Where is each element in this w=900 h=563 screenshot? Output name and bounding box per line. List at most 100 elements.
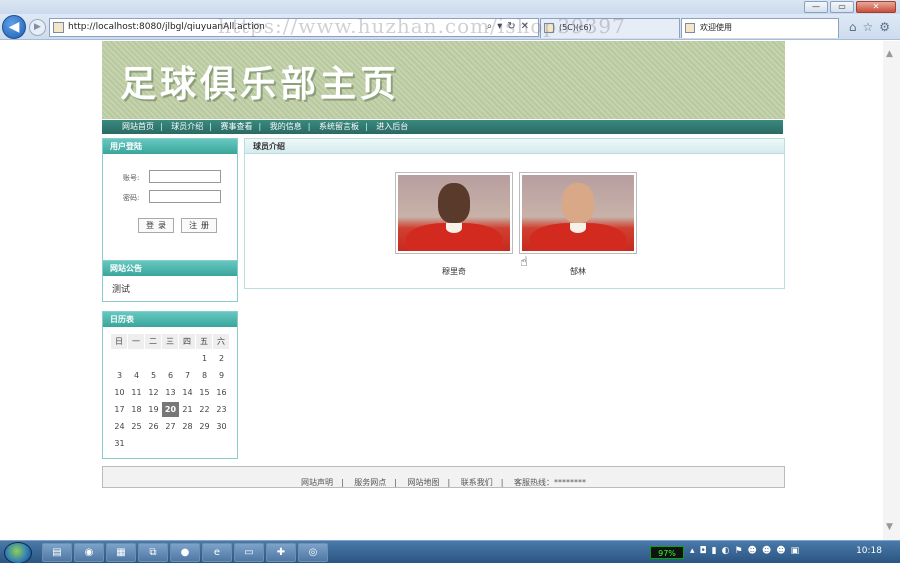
footer-link-sitemap[interactable]: 网站地图 [408,478,440,487]
calendar-day[interactable]: 7 [179,368,196,383]
folder-icon[interactable]: ▤ [42,543,72,562]
calendar-day[interactable]: 9 [213,368,230,383]
network-icon[interactable]: ⧉ [138,543,168,562]
register-button[interactable]: 注册 [181,218,217,233]
calendar-day[interactable]: 20 [162,402,179,417]
menu-item-matches[interactable]: 赛事查看 [221,120,253,134]
browser-tab-2[interactable]: 欢迎使用 [681,18,839,38]
calendar-day[interactable]: 15 [196,385,213,400]
minimize-button[interactable]: — [804,1,828,13]
terminal-icon[interactable]: ▭ [234,543,264,562]
calendar-day[interactable]: 14 [179,385,196,400]
player-face [562,183,594,223]
calendar-day[interactable]: 24 [111,419,128,434]
player-name-1[interactable]: 穆里奇 [395,266,513,277]
firefox-icon[interactable]: ● [170,543,200,562]
scroll-up-icon[interactable]: ▲ [886,49,893,59]
calendar-day[interactable]: 3 [111,368,128,383]
calendar-day[interactable]: 31 [111,436,128,451]
scroll-down-icon[interactable]: ▼ [886,522,893,532]
media-icon[interactable]: ◉ [74,543,104,562]
system-tray-icons[interactable]: ▴◘▮◐⚑☻☻☻▣ [690,546,804,556]
calendar-day[interactable]: 12 [145,385,162,400]
calendar-day [145,436,162,451]
footer-link-contact[interactable]: 联系我们 [461,478,493,487]
puzzle-icon[interactable]: ✚ [266,543,296,562]
calendar-day[interactable]: 13 [162,385,179,400]
vertical-scrollbar[interactable]: ▲ ▼ [883,41,900,540]
menu-item-home[interactable]: 网站首页 [122,120,154,134]
calendar-day[interactable]: 23 [213,402,230,417]
notice-title: 网站公告 [103,261,237,276]
forward-arrow-icon[interactable]: ▶ [29,19,46,36]
window-titlebar: — ▭ ✕ [0,0,900,14]
menu-item-players[interactable]: 球员介绍 [171,120,203,134]
calendar-day [111,351,128,366]
restore-button[interactable]: ▭ [830,1,854,13]
battery-indicator[interactable]: 97% [650,546,684,559]
login-button[interactable]: 登录 [138,218,174,233]
calendar-day[interactable]: 8 [196,368,213,383]
calendar-day[interactable]: 16 [213,385,230,400]
banner-title: 足球俱乐部主页 [120,64,401,105]
calendar-day[interactable]: 5 [145,368,162,383]
taskbar-clock[interactable]: 10:18 [856,546,882,556]
player-name-2[interactable]: 郜林 [519,266,637,277]
tab-label: 欢迎使用 [700,23,732,32]
calendar-day[interactable]: 2 [213,351,230,366]
menu-item-guestbook[interactable]: 系统留言板 [319,120,359,134]
close-button[interactable]: ✕ [856,1,896,13]
chrome-icon[interactable]: ◎ [298,543,328,562]
weekday-label: 一 [128,334,145,349]
calendar-day[interactable]: 19 [145,402,162,417]
start-button[interactable] [4,542,32,563]
calendar-day[interactable]: 29 [196,419,213,434]
calendar-day[interactable]: 18 [128,402,145,417]
calendar-day[interactable]: 28 [179,419,196,434]
calendar-day[interactable]: 26 [145,419,162,434]
calendar-day[interactable]: 21 [179,402,196,417]
weekday-label: 四 [179,334,196,349]
calendar-day[interactable]: 4 [128,368,145,383]
calendar-day [145,351,162,366]
username-label: 账号: [123,174,140,182]
menu-item-admin[interactable]: 进入后台 [376,120,408,134]
calendar-week-row: 3456789 [111,368,231,385]
calendar-grid: 日 一 二 三 四 五 六 1 2 3 4 5 6 7 8 9 10 11 12 13 14 15 16 17 1… [111,334,231,453]
calendar-day [179,351,196,366]
calendar-week-row: 12 [111,351,231,368]
calendar-day[interactable]: 11 [128,385,145,400]
password-label: 密码: [123,194,140,202]
password-input[interactable] [149,190,221,203]
archive-icon[interactable]: ▦ [106,543,136,562]
password-row: 密码: [123,190,221,203]
calendar-day[interactable]: 10 [111,385,128,400]
calendar-day [179,436,196,451]
browser-toolbar-icons[interactable]: ⌂☆⚙ [849,20,896,34]
calendar-day[interactable]: 25 [128,419,145,434]
player-photo[interactable] [522,175,634,251]
calendar-day[interactable]: 30 [213,419,230,434]
taskbar: ▤ ◉ ▦ ⧉ ● e ▭ ✚ ◎ 97% ▴◘▮◐⚑☻☻☻▣ 10:18 [0,540,900,563]
hand-cursor-icon: ☝ [520,255,528,270]
calendar-day[interactable]: 17 [111,402,128,417]
footer-link-service[interactable]: 服务网点 [354,478,386,487]
weekday-label: 六 [213,334,230,349]
player-card-1[interactable] [395,172,513,254]
notice-text[interactable]: 测试 [103,276,237,301]
calendar-day[interactable]: 6 [162,368,179,383]
calendar-day [213,436,230,451]
menu-item-my-info[interactable]: 我的信息 [270,120,302,134]
player-card-2[interactable] [519,172,637,254]
ie-icon[interactable]: e [202,543,232,562]
calendar-day[interactable]: 27 [162,419,179,434]
calendar-day[interactable]: 1 [196,351,213,366]
calendar-day[interactable]: 22 [196,402,213,417]
back-arrow-icon[interactable]: ◀ [2,15,26,39]
site-banner: 足球俱乐部主页 [102,41,785,119]
login-title: 用户登陆 [103,139,237,154]
username-input[interactable] [149,170,221,183]
calendar-day [196,436,213,451]
player-photo[interactable] [398,175,510,251]
footer-link-statement[interactable]: 网站声明 [301,478,333,487]
